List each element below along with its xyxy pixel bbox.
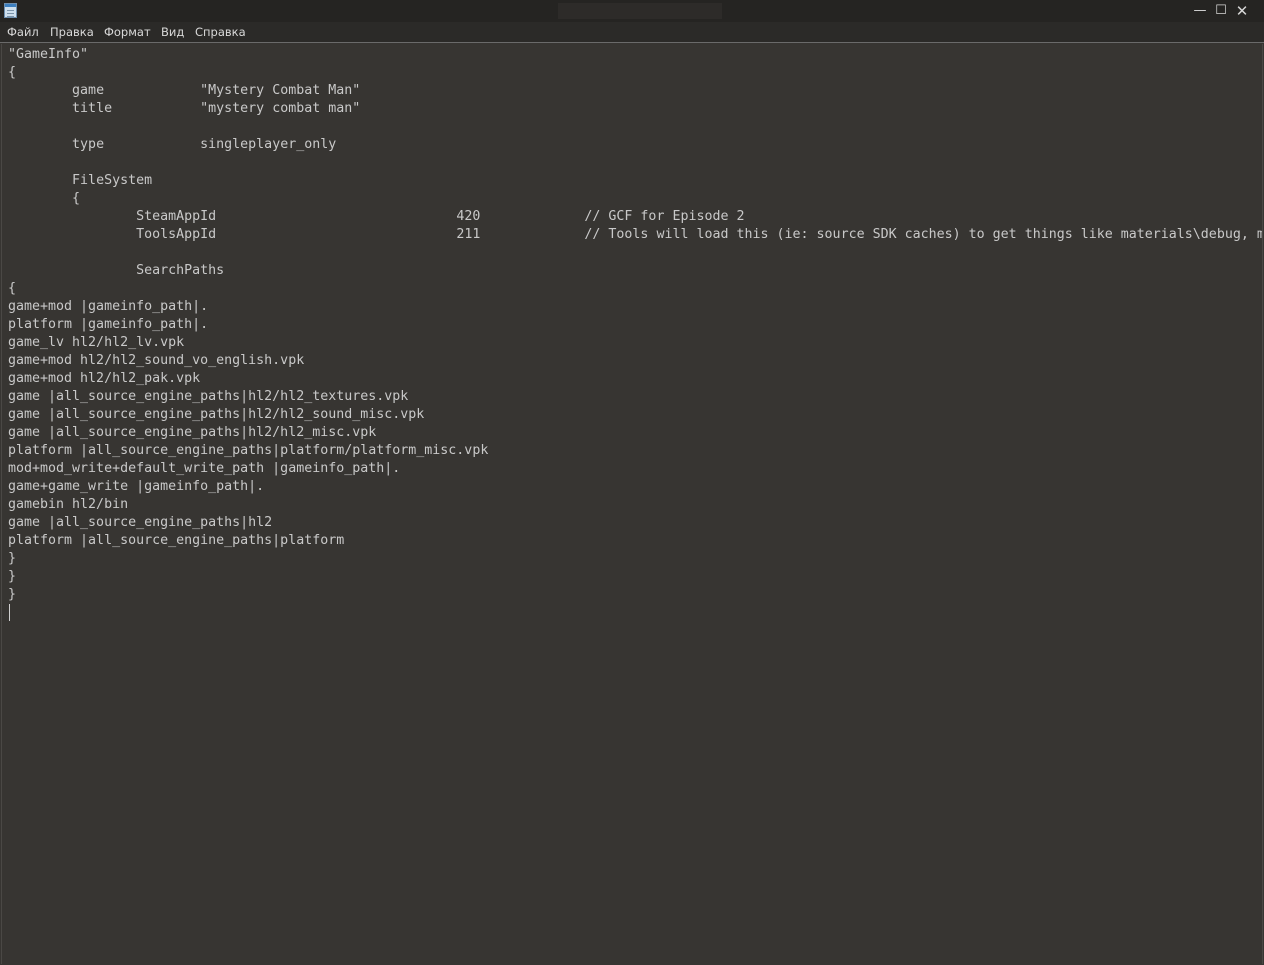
maximize-button[interactable]: ☐ xyxy=(1210,0,1232,22)
menu-view[interactable]: Вид xyxy=(161,22,184,43)
menu-bar: Файл Правка Формат Вид Справка xyxy=(0,22,1264,43)
editor-content[interactable]: "GameInfo" { game "Mystery Combat Man" t… xyxy=(8,46,1262,604)
window-title xyxy=(558,3,722,19)
menu-file[interactable]: Файл xyxy=(7,22,39,43)
title-bar[interactable]: — ☐ ✕ xyxy=(0,0,1264,22)
close-button[interactable]: ✕ xyxy=(1231,0,1253,22)
notepad-icon[interactable] xyxy=(4,3,17,18)
menu-edit[interactable]: Правка xyxy=(50,22,94,43)
menu-format[interactable]: Формат xyxy=(104,22,151,43)
text-editor[interactable]: "GameInfo" { game "Mystery Combat Man" t… xyxy=(1,44,1263,964)
minimize-button[interactable]: — xyxy=(1189,0,1211,22)
notepad-window: — ☐ ✕ Файл Правка Формат Вид Справка "Ga… xyxy=(0,0,1264,965)
menu-help[interactable]: Справка xyxy=(195,22,246,43)
text-caret xyxy=(9,604,10,621)
